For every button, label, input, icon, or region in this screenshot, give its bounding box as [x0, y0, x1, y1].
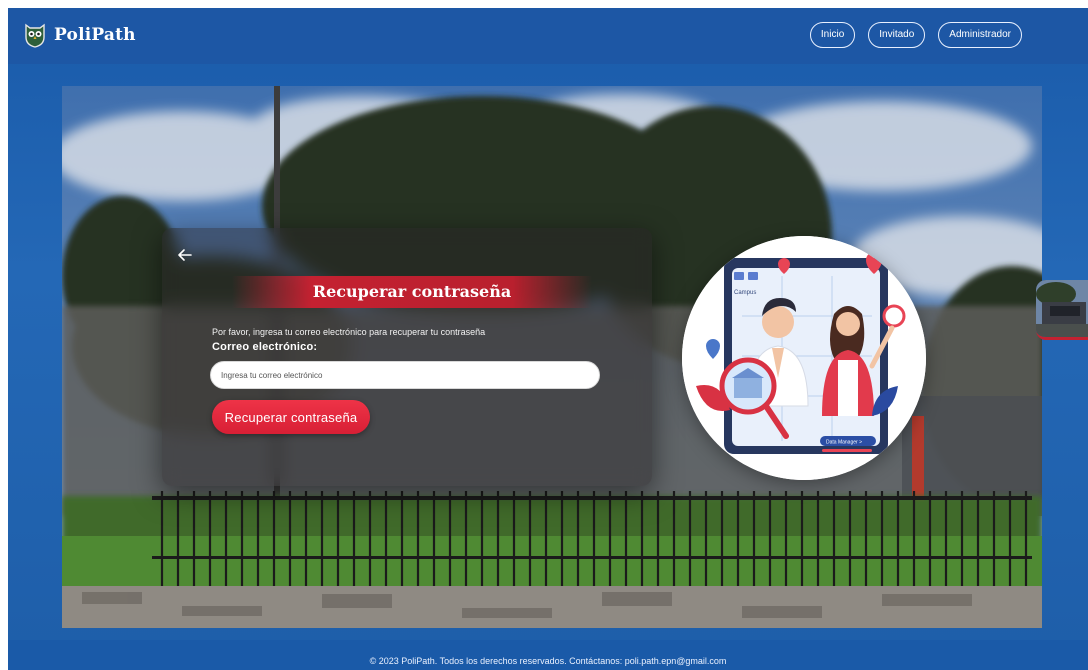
recover-password-button[interactable]: Recuperar contraseña: [212, 400, 370, 434]
brand-name: PoliPath: [54, 25, 136, 45]
card-description: Por favor, ingresa tu correo electrónico…: [212, 327, 486, 337]
card-title: Recuperar contraseña: [312, 282, 512, 301]
data-manager-label: Data Manager >: [826, 440, 862, 446]
footer-copyright: © 2023 PoliPath. Todos los derechos rese…: [369, 656, 727, 666]
arrow-left-icon[interactable]: [176, 246, 194, 264]
nav-inicio-button[interactable]: Inicio: [809, 22, 856, 48]
top-navbar: PoliPath Inicio Invitado Administrador: [8, 8, 1088, 64]
illustration-art: Campus Data Manager >: [682, 236, 926, 480]
main-nav: Inicio Invitado Administrador: [809, 22, 1022, 48]
email-label: Correo electrónico:: [212, 341, 318, 353]
app-frame: PoliPath Inicio Invitado Administrador R…: [8, 8, 1088, 670]
brand-logo[interactable]: PoliPath: [24, 18, 136, 52]
email-input[interactable]: [210, 361, 600, 389]
password-recovery-card: Recuperar contraseña Por favor, ingresa …: [162, 228, 652, 486]
campus-illustration: Campus Data Manager >: [682, 236, 926, 480]
screen-campus-label: Campus: [734, 290, 756, 296]
thumbnail-image: [1036, 280, 1088, 337]
nav-administrador-button[interactable]: Administrador: [938, 22, 1022, 48]
title-banner: Recuperar contraseña: [232, 276, 592, 308]
hero-background: Recuperar contraseña Por favor, ingresa …: [62, 86, 1042, 628]
owl-logo-icon: [25, 23, 45, 48]
nav-invitado-button[interactable]: Invitado: [868, 22, 926, 48]
side-carousel-thumbnail[interactable]: [1036, 280, 1088, 340]
page-footer: © 2023 PoliPath. Todos los derechos rese…: [8, 640, 1088, 670]
